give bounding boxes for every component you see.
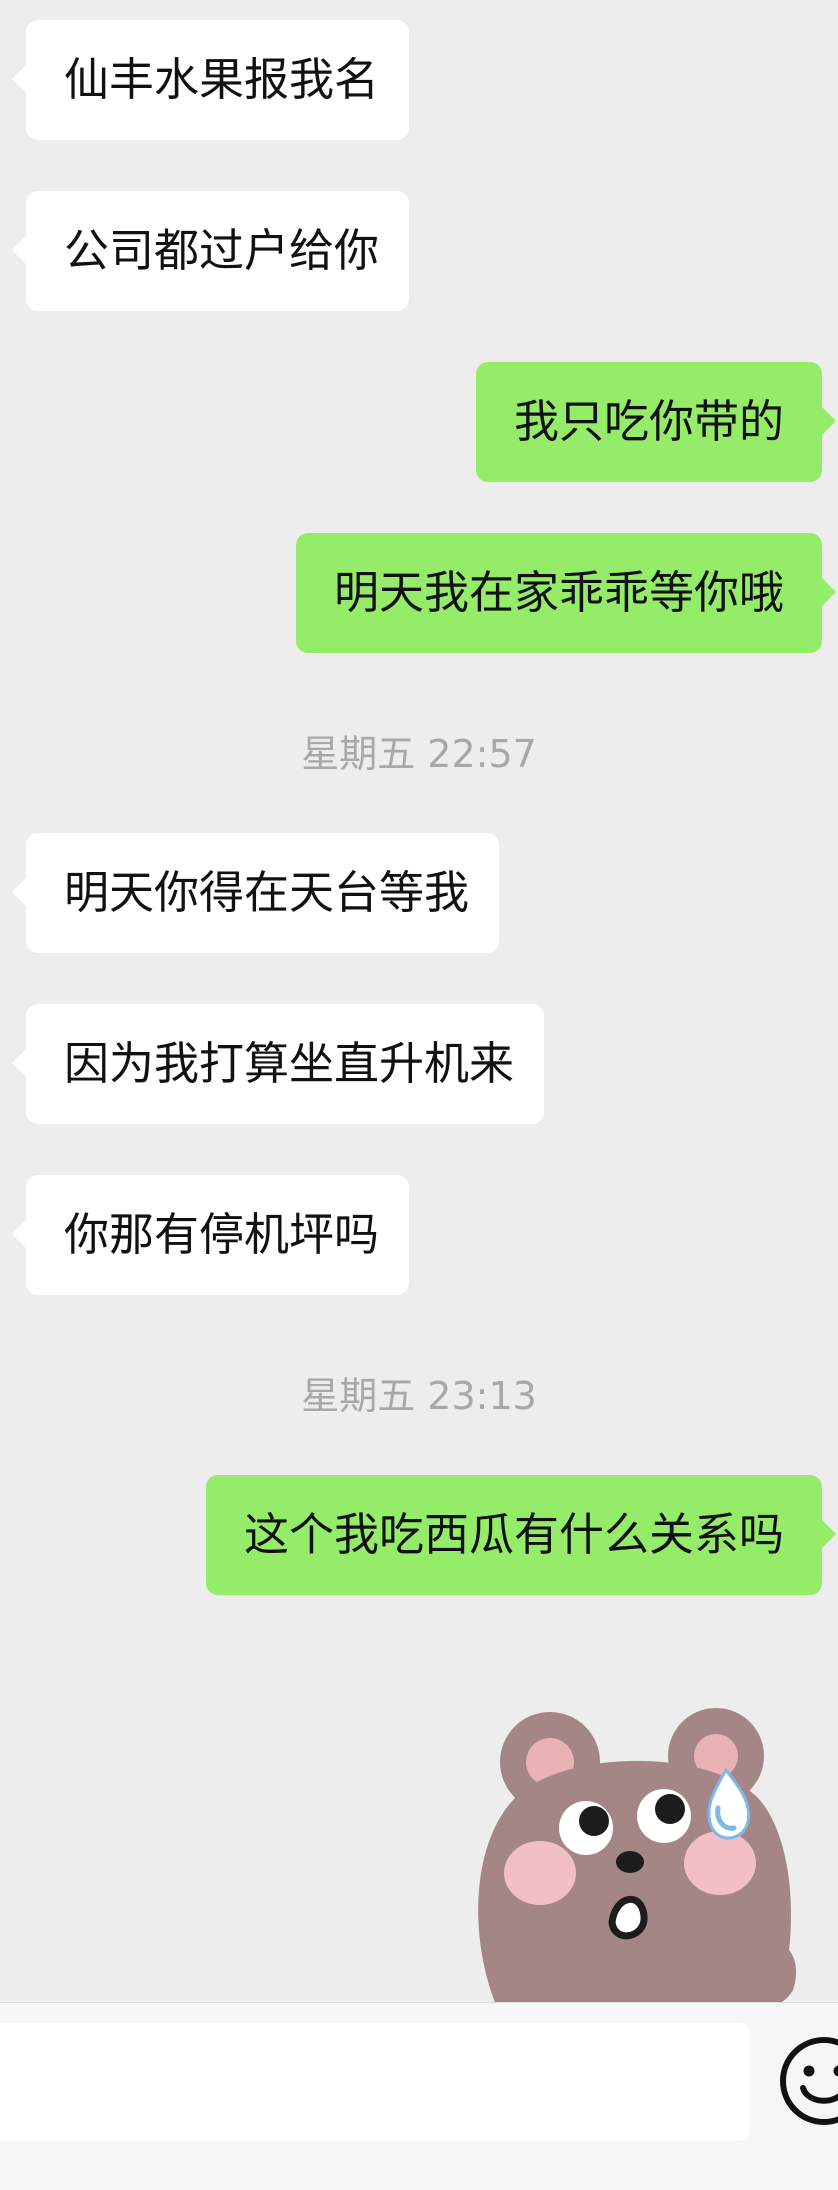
message-outgoing[interactable]: 我只吃你带的 bbox=[475, 362, 837, 482]
chat-input-bar bbox=[0, 2002, 838, 2190]
message-text: 这个我吃西瓜有什么关系吗 bbox=[243, 1508, 784, 1561]
message-text: 因为我打算坐直升机来 bbox=[64, 1037, 515, 1090]
message-text: 公司都过户给你 bbox=[64, 224, 380, 277]
message-incoming[interactable]: 你那有停机坪吗 bbox=[11, 1175, 410, 1295]
message-input[interactable] bbox=[0, 2023, 750, 2141]
message-text: 明天我在家乖乖等你哦 bbox=[333, 566, 784, 619]
chat-area: 仙丰水果报我名 公司都过户给你 我只吃你带的 明天我在家乖乖等你哦 星期五 22… bbox=[0, 0, 838, 2010]
timestamp: 星期五 23:13 bbox=[301, 1374, 537, 1418]
message-text: 仙丰水果报我名 bbox=[64, 53, 380, 106]
smiley-face-icon[interactable] bbox=[776, 2033, 838, 2129]
message-text: 你那有停机坪吗 bbox=[64, 1208, 380, 1261]
message-text: 明天你得在天台等我 bbox=[64, 866, 470, 919]
message-incoming[interactable]: 公司都过户给你 bbox=[11, 191, 410, 311]
bear-sweating-sticker-icon[interactable] bbox=[458, 1690, 818, 2010]
timestamp: 星期五 22:57 bbox=[301, 732, 537, 776]
message-outgoing[interactable]: 明天我在家乖乖等你哦 bbox=[295, 533, 837, 653]
message-outgoing[interactable]: 这个我吃西瓜有什么关系吗 bbox=[205, 1475, 837, 1595]
message-incoming[interactable]: 因为我打算坐直升机来 bbox=[11, 1004, 545, 1124]
message-text: 我只吃你带的 bbox=[513, 395, 784, 448]
message-incoming[interactable]: 仙丰水果报我名 bbox=[11, 20, 410, 140]
message-incoming[interactable]: 明天你得在天台等我 bbox=[11, 833, 500, 953]
